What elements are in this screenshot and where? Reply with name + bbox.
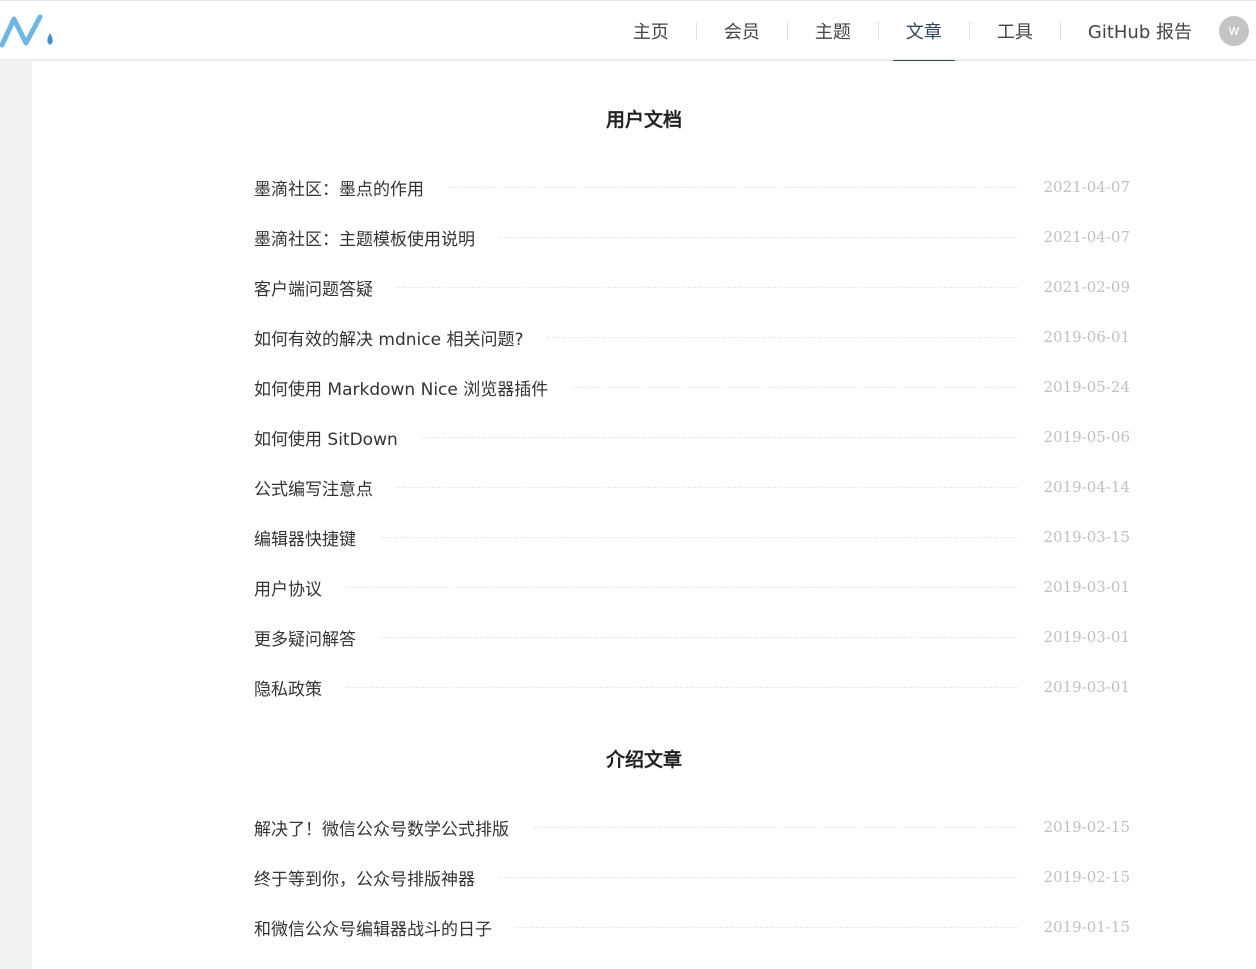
article-title[interactable]: 隐私政策 [254, 675, 322, 700]
main-nav: 主页 会员 主题 文章 工具 GitHub 报告 w [620, 1, 1256, 62]
article-row[interactable]: 客户端问题答疑 2021-02-09 [254, 272, 1130, 302]
article-date: 2019-03-15 [1043, 528, 1130, 546]
article-title[interactable]: 客户端问题答疑 [254, 275, 373, 300]
nav-membership[interactable]: 会员 [711, 1, 773, 61]
article-row[interactable]: 公式编写注意点 2019-04-14 [254, 472, 1130, 502]
article-date: 2019-03-01 [1043, 678, 1130, 696]
nav-divider [786, 22, 788, 40]
leader-line [397, 486, 1017, 488]
article-date: 2019-02-15 [1043, 868, 1130, 886]
article-row[interactable]: 终于等到你，公众号排版神器 2019-02-15 [254, 862, 1130, 892]
user-avatar[interactable]: w [1219, 16, 1249, 46]
leader-line [421, 436, 1017, 438]
article-date: 2019-01-15 [1043, 918, 1130, 936]
article-title[interactable]: 墨滴社区：主题模板使用说明 [254, 225, 475, 250]
article-title[interactable]: 如何使用 SitDown [254, 425, 398, 450]
article-date: 2019-05-06 [1043, 428, 1130, 446]
section-title-user-docs: 用户文档 [605, 109, 682, 131]
article-date: 2021-04-07 [1043, 178, 1130, 196]
article-title[interactable]: 用户协议 [254, 575, 322, 600]
nav-divider [877, 22, 879, 40]
article-row[interactable]: 解决了！微信公众号数学公式排版 2019-02-15 [254, 812, 1130, 842]
article-row[interactable]: 更多疑问解答 2019-03-01 [254, 622, 1130, 652]
nav-articles[interactable]: 文章 [892, 1, 955, 62]
leader-line [533, 826, 1017, 828]
article-date: 2021-02-09 [1043, 278, 1130, 296]
nav-themes[interactable]: 主题 [802, 1, 864, 61]
leader-line [499, 876, 1017, 878]
section-title-intro-articles: 介绍文章 [605, 749, 682, 771]
nav-github-report[interactable]: GitHub 报告 [1075, 1, 1205, 61]
nav-divider [1059, 22, 1061, 40]
mdnice-logo[interactable] [0, 13, 60, 49]
article-row[interactable]: 如何使用 Markdown Nice 浏览器插件 2019-05-24 [254, 372, 1130, 402]
article-date: 2019-02-15 [1043, 818, 1130, 836]
leader-line [547, 336, 1017, 338]
article-title[interactable]: 如何使用 Markdown Nice 浏览器插件 [254, 375, 548, 400]
article-date: 2021-04-07 [1043, 228, 1130, 246]
nav-tools[interactable]: 工具 [984, 1, 1046, 61]
article-row[interactable]: 墨滴社区：墨点的作用 2021-04-07 [254, 172, 1130, 202]
article-date: 2019-03-01 [1043, 628, 1130, 646]
leader-line [380, 636, 1017, 638]
leader-line [346, 586, 1017, 588]
article-date: 2019-03-01 [1043, 578, 1130, 596]
leader-line [499, 236, 1017, 238]
leader-line [397, 286, 1017, 288]
leader-line [380, 536, 1017, 538]
article-title[interactable]: 终于等到你，公众号排版神器 [254, 865, 475, 890]
article-date: 2019-06-01 [1043, 328, 1130, 346]
article-row[interactable]: 隐私政策 2019-03-01 [254, 672, 1130, 702]
article-row[interactable]: 用户协议 2019-03-01 [254, 572, 1130, 602]
article-title[interactable]: 如何有效的解决 mdnice 相关问题? [254, 325, 523, 350]
article-list-panel: 用户文档 墨滴社区：墨点的作用 2021-04-07 墨滴社区：主题模板使用说明… [32, 61, 1256, 969]
article-title[interactable]: 解决了！微信公众号数学公式排版 [254, 815, 509, 840]
article-title[interactable]: 和微信公众号编辑器战斗的日子 [254, 915, 492, 940]
top-header: 主页 会员 主题 文章 工具 GitHub 报告 w [0, 0, 1256, 62]
article-row[interactable]: 编辑器快捷键 2019-03-15 [254, 522, 1130, 552]
nav-divider [695, 22, 697, 40]
leader-line [572, 386, 1017, 388]
leader-line [346, 686, 1017, 688]
leader-line [516, 926, 1017, 928]
article-title[interactable]: 编辑器快捷键 [254, 525, 356, 550]
article-row[interactable]: 墨滴社区：主题模板使用说明 2021-04-07 [254, 222, 1130, 252]
article-row[interactable]: 如何有效的解决 mdnice 相关问题? 2019-06-01 [254, 322, 1130, 352]
nav-divider [968, 22, 970, 40]
leader-line [448, 186, 1017, 188]
article-date: 2019-05-24 [1043, 378, 1130, 396]
nav-home[interactable]: 主页 [620, 1, 682, 61]
article-title[interactable]: 更多疑问解答 [254, 625, 356, 650]
article-row[interactable]: 如何使用 SitDown 2019-05-06 [254, 422, 1130, 452]
article-row[interactable]: 和微信公众号编辑器战斗的日子 2019-01-15 [254, 912, 1130, 942]
article-date: 2019-04-14 [1043, 478, 1130, 496]
article-title[interactable]: 墨滴社区：墨点的作用 [254, 175, 424, 200]
article-title[interactable]: 公式编写注意点 [254, 475, 373, 500]
